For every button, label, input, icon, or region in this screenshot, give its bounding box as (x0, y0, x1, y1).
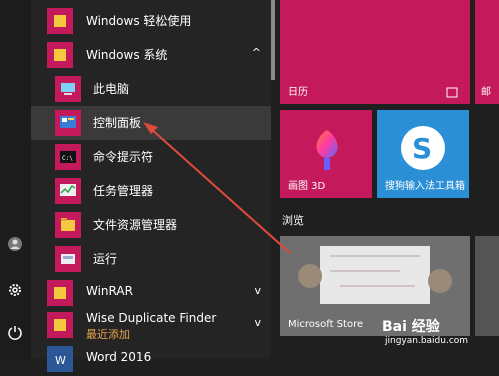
calendar-icon (446, 87, 458, 98)
list-item-winrar[interactable]: WinRAR v (31, 276, 271, 310)
folder-icon (47, 280, 73, 306)
svg-text:S: S (412, 132, 432, 165)
list-item-label: Wise Duplicate Finder (86, 311, 217, 325)
list-item-windows-ease[interactable]: Windows 轻松使用 (31, 4, 271, 38)
chevron-up-icon[interactable]: ^ (252, 46, 261, 59)
sogou-icon: S (401, 126, 445, 170)
list-item-run[interactable]: 运行 (31, 242, 271, 276)
list-item-label: 命令提示符 (93, 150, 154, 164)
computer-icon (55, 76, 81, 102)
list-item-label: Windows 系统 (86, 48, 168, 62)
control-panel-icon (55, 110, 81, 136)
tile-calendar[interactable]: 日历 (280, 0, 470, 104)
list-item-label: WinRAR (86, 284, 133, 298)
folder-icon (47, 42, 73, 68)
tile-paint3d[interactable]: 画图 3D (280, 110, 372, 198)
start-rail (0, 0, 31, 359)
tile-label: 邮 (481, 87, 491, 98)
chevron-down-icon[interactable]: v (254, 284, 261, 297)
list-item-label: 控制面板 (93, 116, 142, 130)
list-item-label: 文件资源管理器 (93, 218, 178, 232)
tile-label: 画图 3D (288, 181, 326, 192)
settings-gear-icon[interactable] (3, 278, 27, 302)
tile-partial[interactable] (475, 236, 499, 336)
list-item-cmd[interactable]: C:\ 命令提示符 (31, 140, 271, 174)
list-item-windows-system[interactable]: Windows 系统 ^ (31, 38, 271, 72)
list-item-label: 任务管理器 (93, 184, 154, 198)
list-item-label: 运行 (93, 252, 118, 266)
list-item-file-explorer[interactable]: 文件资源管理器 (31, 208, 271, 242)
watermark-logo: Bai 经验 (382, 319, 440, 335)
svg-text:W: W (55, 354, 66, 367)
list-scrollbar[interactable] (271, 0, 275, 80)
user-avatar-icon[interactable] (3, 232, 27, 256)
list-item-control-panel[interactable]: 控制面板 (31, 106, 271, 140)
tile-microsoft-store[interactable]: Microsoft Store (280, 236, 470, 336)
explorer-icon (55, 212, 81, 238)
list-item-this-pc[interactable]: 此电脑 (31, 72, 271, 106)
list-item-label: 此电脑 (93, 82, 130, 96)
recently-added-label: 最近添加 (86, 328, 130, 341)
word-icon: W (47, 346, 73, 372)
power-icon[interactable] (3, 320, 27, 344)
paint3d-icon (316, 130, 338, 170)
list-item-word[interactable]: W Word 2016 (31, 342, 271, 376)
folder-icon (47, 8, 73, 34)
tile-label: 搜狗输入法工具箱 (385, 181, 465, 192)
tile-area: 日历 邮 画图 3D S 搜狗输入法工具箱 浏览 Microsoft Store (277, 0, 499, 359)
chevron-down-icon[interactable]: v (254, 316, 261, 329)
svg-text:C:\: C:\ (62, 155, 73, 162)
list-item-wise-duplicate-finder[interactable]: Wise Duplicate Finder 最近添加 v (31, 308, 271, 342)
list-item-label: Windows 轻松使用 (86, 14, 192, 28)
list-item-label: Word 2016 (86, 350, 152, 364)
watermark-sub: jingyan.baidu.com (385, 336, 469, 346)
tile-label: 日历 (288, 87, 308, 98)
section-heading-browse: 浏览 (282, 214, 304, 227)
app-icon (47, 312, 73, 338)
cmd-icon: C:\ (55, 144, 81, 170)
task-manager-icon (55, 178, 81, 204)
tile-sogou[interactable]: S 搜狗输入法工具箱 (377, 110, 469, 198)
tile-mail[interactable]: 邮 (475, 0, 499, 104)
run-icon (55, 246, 81, 272)
list-item-task-manager[interactable]: 任务管理器 (31, 174, 271, 208)
start-app-list: Windows 轻松使用 Windows 系统 ^ 此电脑 控制面板 C:\ 命… (31, 0, 271, 372)
tile-label: Microsoft Store (288, 319, 364, 330)
